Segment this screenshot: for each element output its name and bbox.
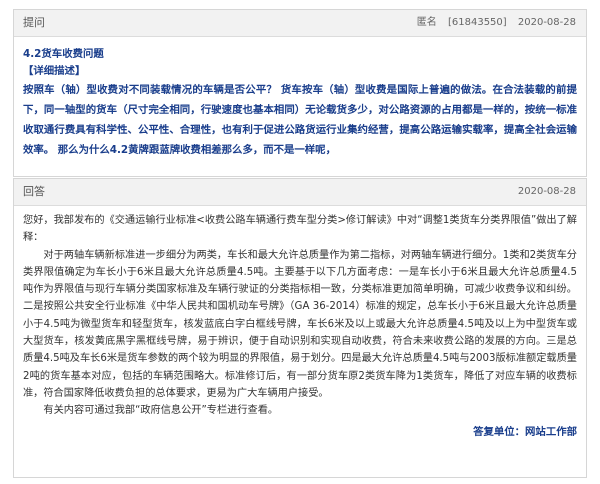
answer-header-label: 回答 <box>23 185 45 198</box>
question-title: 4.2货车收费问题 <box>23 48 104 60</box>
question-panel: 提问 匿名 [61843550] 2020-08-28 4.2货车收费问题 【详… <box>13 9 587 177</box>
answer-panel: 回答 2020-08-28 您好，我部发布的《交通运输行业标准<收费公路车辆通行… <box>13 178 587 478</box>
answer-meta: 2020-08-28 <box>510 185 576 199</box>
question-date: 2020-08-28 <box>517 17 576 28</box>
question-id: [61843550] <box>447 17 507 28</box>
question-meta: 匿名 [61843550] 2020-08-28 <box>409 16 576 30</box>
answer-greeting: 您好，我部发布的《交通运输行业标准<收费公路车辆通行费车型分类>修订解读》中对“… <box>23 215 577 244</box>
answer-header: 回答 2020-08-28 <box>14 179 586 206</box>
question-body: 4.2货车收费问题 【详细描述】 按照车（轴）型收费对不同装载情况的车辆是否公平… <box>14 37 586 160</box>
reply-unit: 答复单位：网站工作部 <box>473 425 577 438</box>
answer-paragraph: 对于两轴车辆新标准进一步细分为两类，车长和最大允许总质量作为第二指标，对两轴车辆… <box>23 249 577 399</box>
answer-date: 2020-08-28 <box>517 186 576 197</box>
answer-paragraph: 有关内容可通过我部“政府信息公开”专栏进行查看。 <box>43 405 279 417</box>
question-header: 提问 匿名 [61843550] 2020-08-28 <box>14 10 586 37</box>
anonymous-label: 匿名 <box>416 17 437 28</box>
question-text: 按照车（轴）型收费对不同装载情况的车辆是否公平？ 货车按车（轴）型收费是国际上普… <box>23 84 577 156</box>
question-detail-label: 【详细描述】 <box>23 65 86 77</box>
answer-body: 您好，我部发布的《交通运输行业标准<收费公路车辆通行费车型分类>修订解读》中对“… <box>14 206 586 440</box>
question-header-label: 提问 <box>23 16 45 29</box>
